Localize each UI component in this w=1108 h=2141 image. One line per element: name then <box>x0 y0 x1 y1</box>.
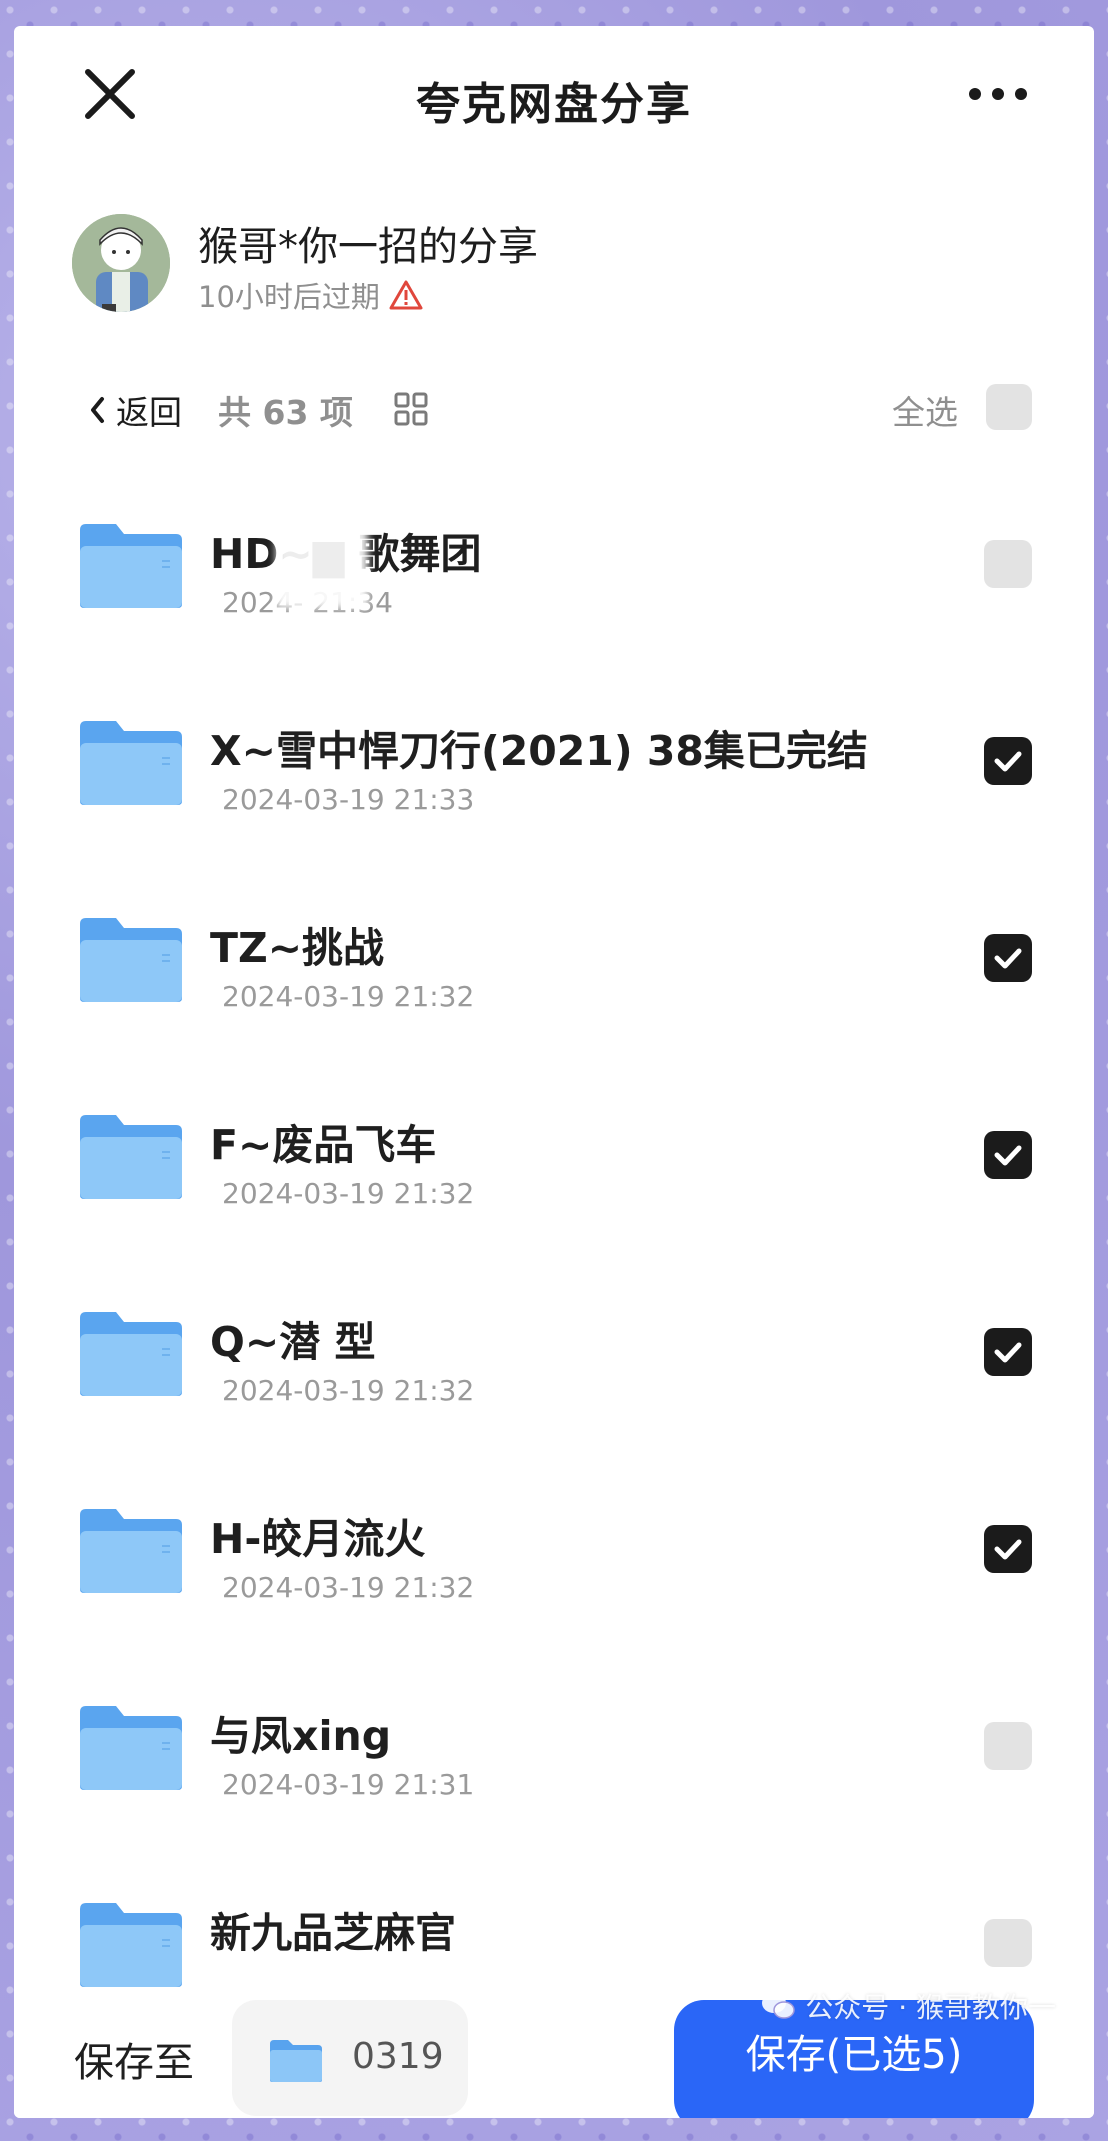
file-row[interactable]: X~雪中悍刀行(2021) 38集已完结 2024-03-19 21:33 <box>14 695 1094 893</box>
checkmark-icon <box>994 1342 1022 1363</box>
select-all-label[interactable]: 全选 <box>892 386 958 434</box>
more-icon <box>969 88 1027 100</box>
file-name: Q~潜 型 <box>210 1318 376 1366</box>
file-date: 2024-03-19 21:32 <box>222 1374 475 1407</box>
checkmark-icon <box>994 948 1022 969</box>
page-title: 夸克网盘分享 <box>416 79 692 130</box>
chevron-left-icon <box>91 397 104 423</box>
folder-icon <box>80 918 182 1002</box>
select-all-checkbox[interactable] <box>986 384 1032 430</box>
file-name: TZ~挑战 <box>210 924 385 972</box>
checkmark-icon <box>994 1145 1022 1166</box>
grid-icon <box>394 392 428 426</box>
expire-text: 10小时后过期 <box>198 280 380 314</box>
folder-icon <box>80 1706 182 1790</box>
folder-icon <box>80 721 182 805</box>
warning-icon <box>389 280 423 310</box>
destination-folder-button[interactable]: 0319 <box>232 2000 468 2116</box>
file-row[interactable]: HD~▆ 歌舞团2024- 21:34 <box>14 498 1094 696</box>
share-sheet: 夸克网盘分享 猴哥*你一招的分享 10小时后过期 返回 共 63 项 全选 歌舞… <box>14 26 1094 2118</box>
more-button[interactable] <box>968 86 1028 100</box>
checkmark-icon <box>994 751 1022 772</box>
censor-blur <box>276 520 368 608</box>
file-row[interactable]: TZ~挑战 2024-03-19 21:32 <box>14 892 1094 1090</box>
file-checkbox[interactable] <box>984 1722 1032 1770</box>
file-date: 2024-03-19 21:31 <box>222 1768 475 1801</box>
watermark: 公众号 · 猴哥教你一 <box>761 1986 1056 2026</box>
folder-icon <box>80 1115 182 1199</box>
file-date: 2024-03-19 21:32 <box>222 1571 475 1604</box>
avatar-illustration-icon <box>72 214 170 312</box>
file-row[interactable]: 与凤xing 2024-03-19 21:31 <box>14 1680 1094 1878</box>
file-row[interactable]: H-皎月流火 2024-03-19 21:32 <box>14 1483 1094 1681</box>
file-row[interactable]: Q~潜 型 2024-03-19 21:32 <box>14 1286 1094 1484</box>
file-name: 新九品芝麻官 <box>210 1909 456 1957</box>
back-label: 返回 <box>116 393 182 432</box>
file-checkbox[interactable] <box>984 1328 1032 1376</box>
file-checkbox[interactable] <box>984 1525 1032 1573</box>
file-checkbox[interactable] <box>984 1131 1032 1179</box>
item-count: 共 63 项 <box>218 393 353 432</box>
file-date: 2024-03-19 21:33 <box>222 783 475 816</box>
file-name: X~雪中悍刀行(2021) 38集已完结 <box>210 727 868 775</box>
folder-icon <box>80 1509 182 1593</box>
watermark-text: 公众号 · 猴哥教你一 <box>805 1991 1056 2024</box>
file-row[interactable]: F~废品飞车 2024-03-19 21:32 <box>14 1089 1094 1287</box>
grid-view-button[interactable] <box>394 392 428 426</box>
header: 夸克网盘分享 <box>14 26 1094 166</box>
back-button[interactable]: 返回 <box>88 386 182 434</box>
file-checkbox[interactable] <box>984 1919 1032 1967</box>
avatar <box>72 214 170 312</box>
sharer-info: 猴哥*你一招的分享 10小时后过期 <box>72 214 972 324</box>
file-name: F~废品飞车 <box>210 1121 437 1169</box>
folder-icon <box>80 1312 182 1396</box>
destination-name: 0319 <box>352 2036 444 2077</box>
folder-icon <box>270 2040 322 2082</box>
save-to-label: 保存至 <box>74 2040 194 2086</box>
folder-icon <box>80 1903 182 1987</box>
expire-info: 10小时后过期 <box>198 274 424 316</box>
file-date: 2024-03-19 21:32 <box>222 980 475 1013</box>
wechat-icon <box>762 1993 796 2019</box>
file-checkbox[interactable] <box>984 737 1032 785</box>
file-name: 与凤xing <box>210 1712 392 1760</box>
toolbar: 返回 共 63 项 全选 <box>14 382 1094 442</box>
file-checkbox[interactable] <box>984 540 1032 588</box>
file-date: 2024-03-19 21:32 <box>222 1177 475 1210</box>
file-checkbox[interactable] <box>984 934 1032 982</box>
folder-icon <box>80 524 182 608</box>
file-name: H-皎月流火 <box>210 1515 426 1563</box>
checkmark-icon <box>994 1539 1022 1560</box>
sharer-name: 猴哥*你一招的分享 <box>198 224 538 270</box>
